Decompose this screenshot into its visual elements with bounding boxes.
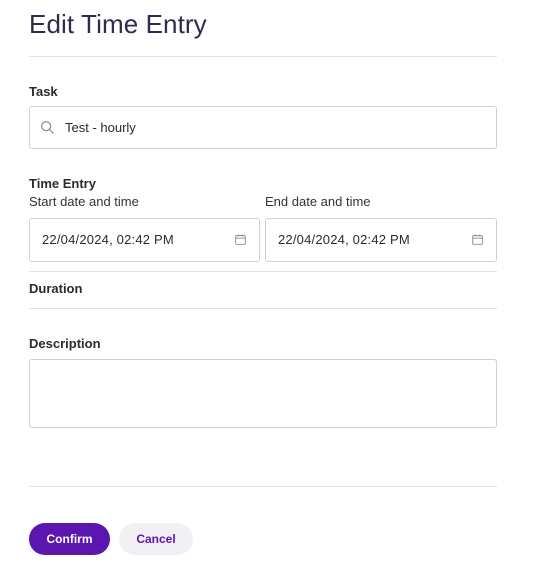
cancel-button[interactable]: Cancel [119, 523, 193, 555]
time-entry-label: Time Entry [29, 176, 96, 191]
start-datetime-label: Start date and time [29, 194, 139, 209]
footer-divider [29, 486, 497, 487]
confirm-button[interactable]: Confirm [29, 523, 110, 555]
search-icon [40, 120, 54, 134]
start-datetime-input[interactable]: 22/04/2024, 02:42 PM [29, 218, 260, 262]
description-label: Description [29, 336, 101, 351]
task-value: Test - hourly [65, 120, 136, 135]
page-title: Edit Time Entry [29, 9, 207, 39]
task-label: Task [29, 84, 58, 99]
description-textarea[interactable] [29, 359, 497, 428]
duration-label: Duration [29, 281, 83, 296]
duration-divider [29, 308, 497, 309]
calendar-icon[interactable] [235, 234, 246, 245]
end-datetime-label: End date and time [265, 194, 371, 209]
header-divider [29, 56, 497, 57]
task-search-field[interactable]: Test - hourly [29, 106, 497, 149]
calendar-icon[interactable] [472, 234, 483, 245]
end-datetime-value: 22/04/2024, 02:42 PM [278, 232, 410, 247]
end-datetime-input[interactable]: 22/04/2024, 02:42 PM [265, 218, 497, 262]
start-datetime-value: 22/04/2024, 02:42 PM [42, 232, 174, 247]
time-entry-divider [29, 271, 497, 272]
